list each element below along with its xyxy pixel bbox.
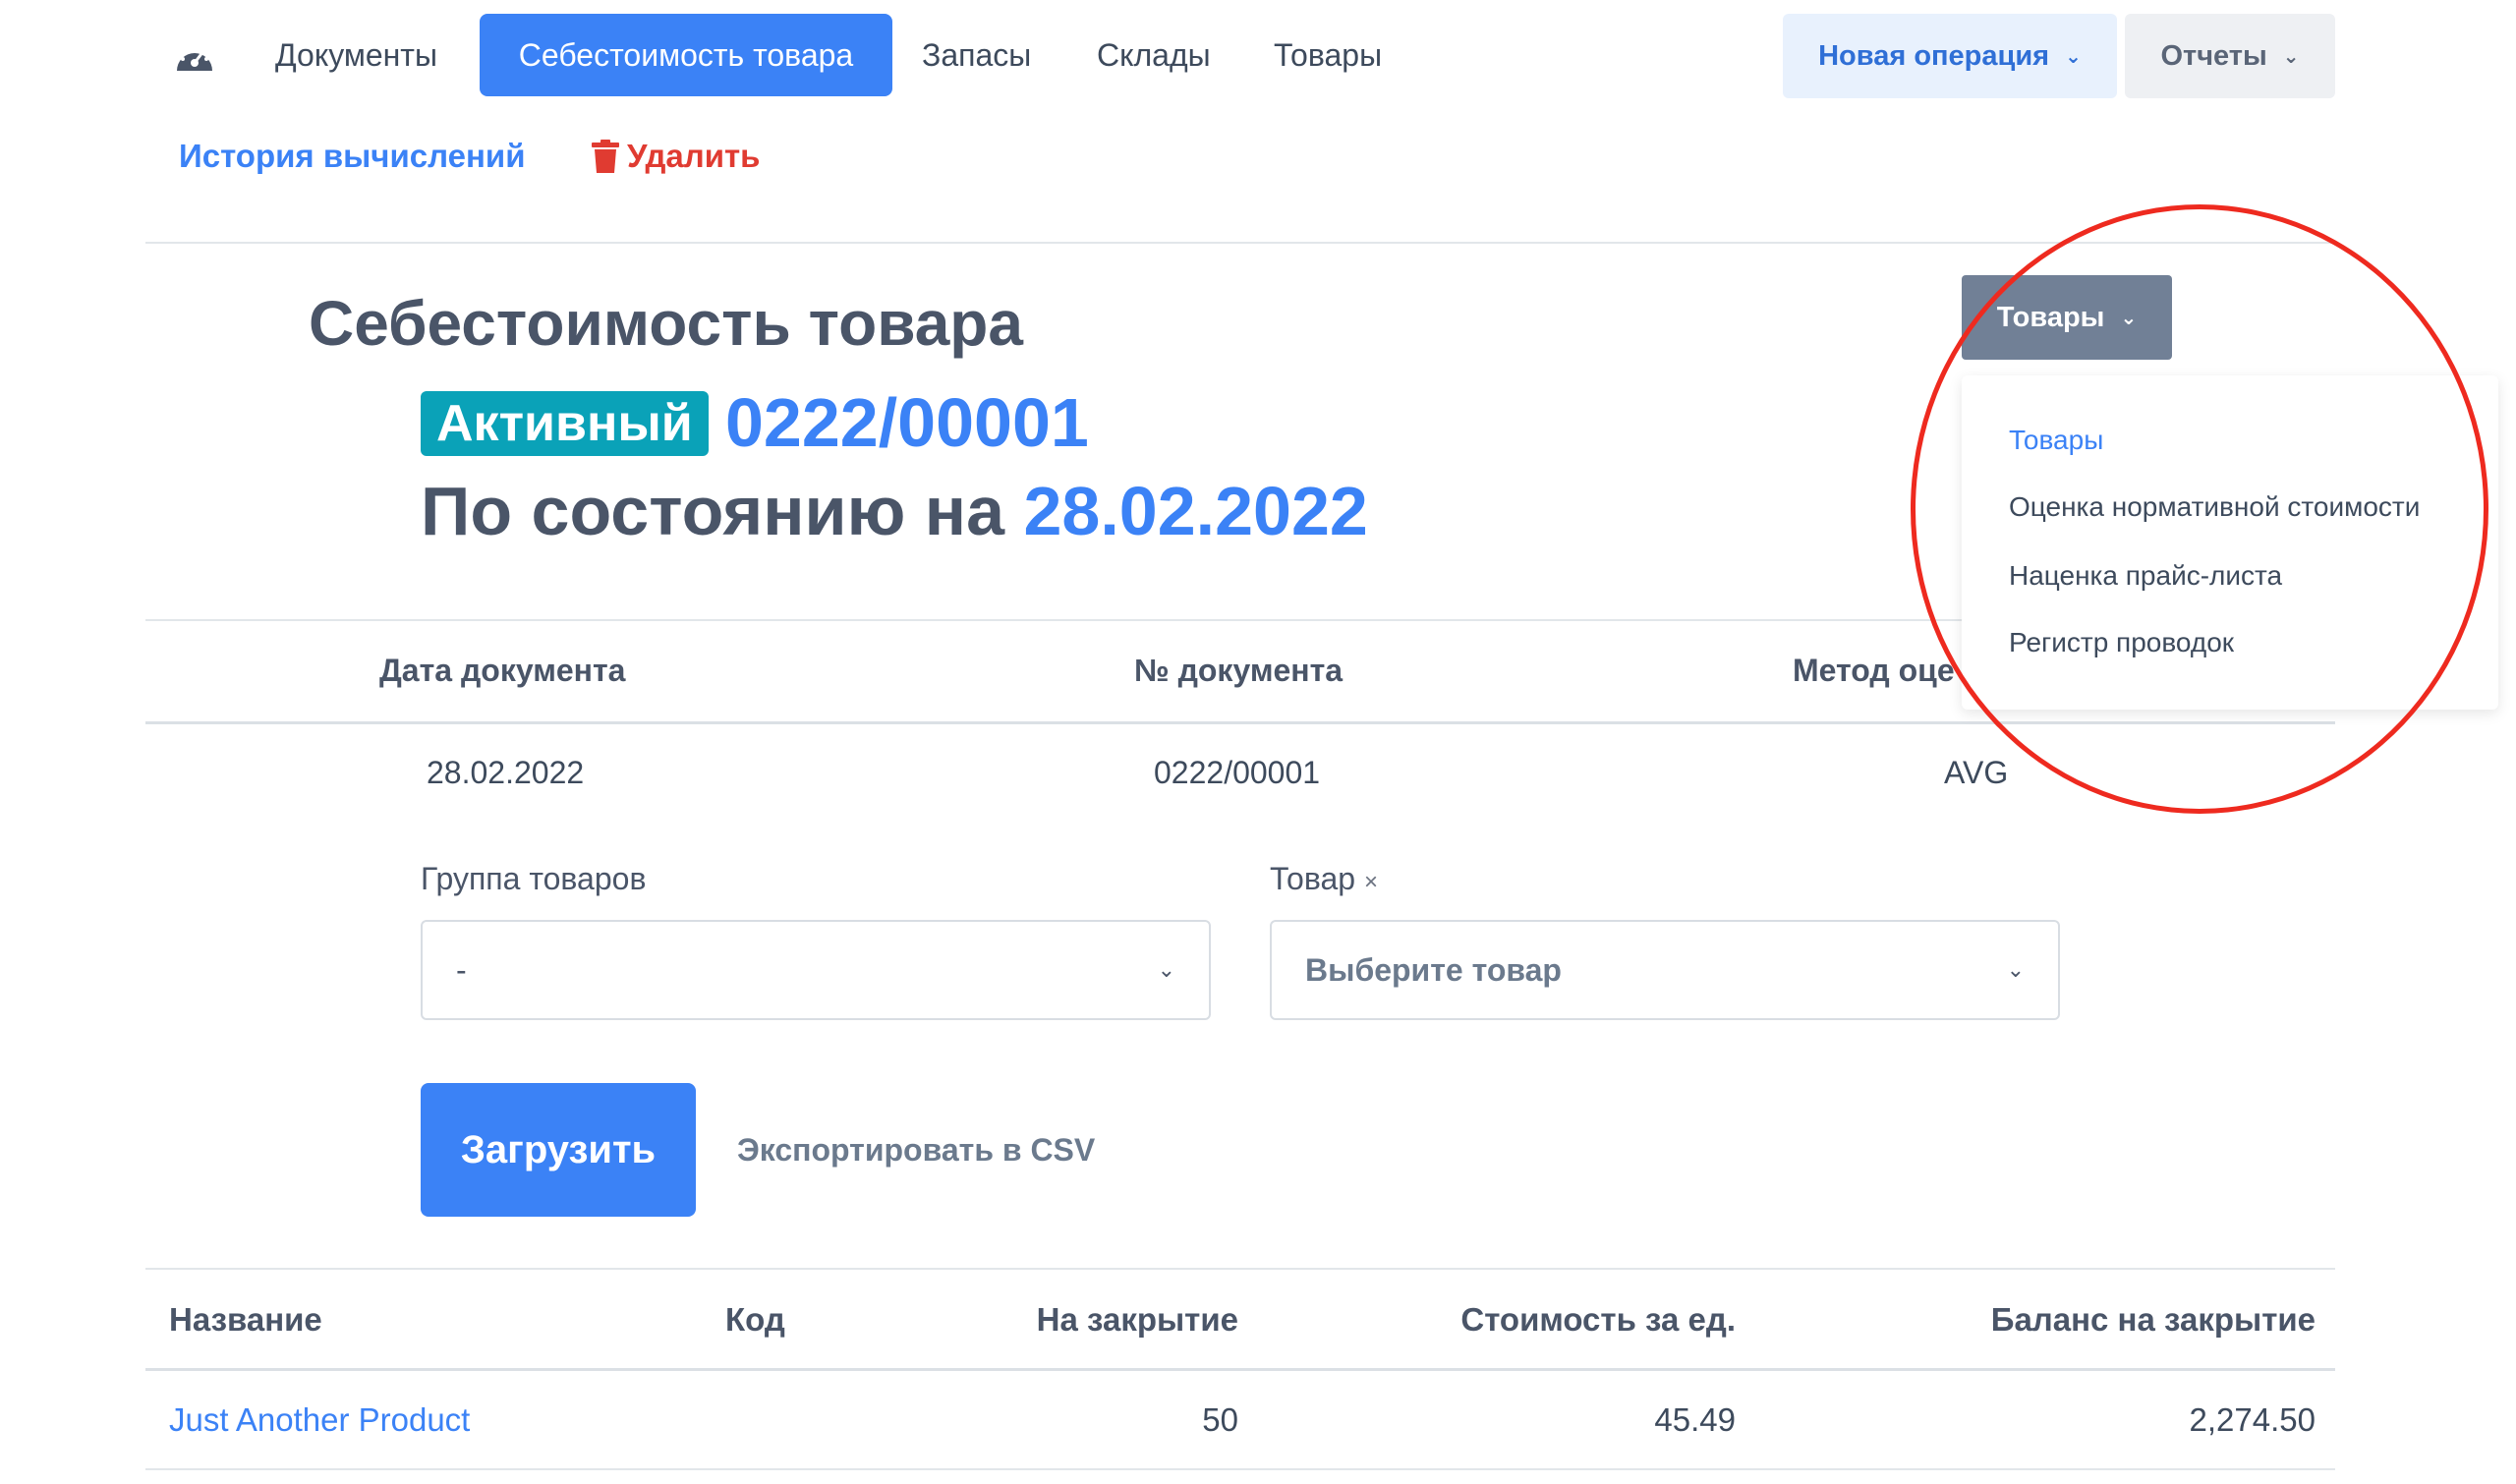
nav-products[interactable]: Товары — [1274, 33, 1382, 77]
product-label: Товар × — [1270, 861, 1378, 897]
info-value-doc-date: 28.02.2022 — [427, 755, 585, 790]
calc-history-link[interactable]: История вычислений — [179, 138, 525, 175]
highlight-circle — [1911, 204, 2488, 814]
new-operation-label: Новая операция — [1818, 39, 2050, 72]
reports-label: Отчеты — [2160, 39, 2267, 72]
product-group-value: - — [456, 951, 467, 988]
chevron-down-icon: ⌄ — [2065, 45, 2082, 68]
closing-qty: 50 — [1202, 1401, 1238, 1438]
unit-cost: 45.49 — [1654, 1401, 1736, 1438]
trash-icon — [592, 140, 619, 173]
nav-stocks[interactable]: Запасы — [922, 33, 1031, 77]
document-number: 0222/00001 — [725, 384, 1089, 461]
status-badge: Активный — [421, 391, 709, 456]
product-name-link[interactable]: Just Another Product — [169, 1401, 470, 1439]
divider — [145, 1468, 2335, 1470]
as-of-line: По состоянию на 28.02.2022 — [421, 472, 1368, 550]
delete-label: Удалить — [627, 138, 761, 174]
info-value-doc-number: 0222/00001 — [1154, 755, 1321, 790]
reports-button[interactable]: Отчеты ⌄ — [2125, 14, 2335, 98]
col-header-code: Код — [725, 1301, 785, 1338]
clear-product-icon[interactable]: × — [1364, 869, 1378, 895]
new-operation-button[interactable]: Новая операция ⌄ — [1783, 14, 2117, 98]
info-header-doc-number: № документа — [1134, 653, 1344, 688]
chevron-down-icon: ⌄ — [2282, 45, 2300, 68]
nav-cost-of-goods[interactable]: Себестоимость товара — [480, 14, 892, 96]
dashboard-gauge-icon[interactable] — [173, 37, 216, 77]
delete-button[interactable]: Удалить — [592, 138, 760, 175]
product-group-select[interactable]: - ⌄ — [421, 920, 1211, 1020]
divider — [145, 1268, 2335, 1270]
divider — [145, 1368, 2335, 1371]
page-title: Себестоимость товара — [309, 288, 1023, 359]
col-header-name: Название — [169, 1301, 322, 1338]
export-csv-link[interactable]: Экспортировать в CSV — [737, 1132, 1095, 1169]
chevron-down-icon: ⌄ — [1157, 957, 1175, 982]
as-of-prefix: По состоянию на — [421, 473, 1005, 549]
col-header-closing-qty: На закрытие — [1036, 1301, 1238, 1338]
divider — [145, 242, 2335, 244]
product-placeholder: Выберите товар — [1305, 951, 1562, 988]
closing-balance: 2,274.50 — [2189, 1401, 2316, 1438]
load-button[interactable]: Загрузить — [421, 1083, 696, 1217]
nav-warehouses[interactable]: Склады — [1097, 33, 1211, 77]
product-label-text: Товар — [1270, 861, 1356, 896]
product-select[interactable]: Выберите товар ⌄ — [1270, 920, 2060, 1020]
info-header-doc-date: Дата документа — [379, 653, 626, 688]
col-header-unit-cost: Стоимость за ед. — [1460, 1301, 1736, 1338]
info-value-method: AVG — [1944, 755, 2009, 790]
nav-documents[interactable]: Документы — [275, 33, 437, 77]
as-of-date: 28.02.2022 — [1023, 473, 1368, 549]
col-header-closing-balance: Баланс на закрытие — [1990, 1301, 2316, 1338]
group-label: Группа товаров — [421, 861, 647, 896]
chevron-down-icon: ⌄ — [2006, 957, 2025, 982]
info-header-method: Метод оце — [1793, 653, 1955, 688]
